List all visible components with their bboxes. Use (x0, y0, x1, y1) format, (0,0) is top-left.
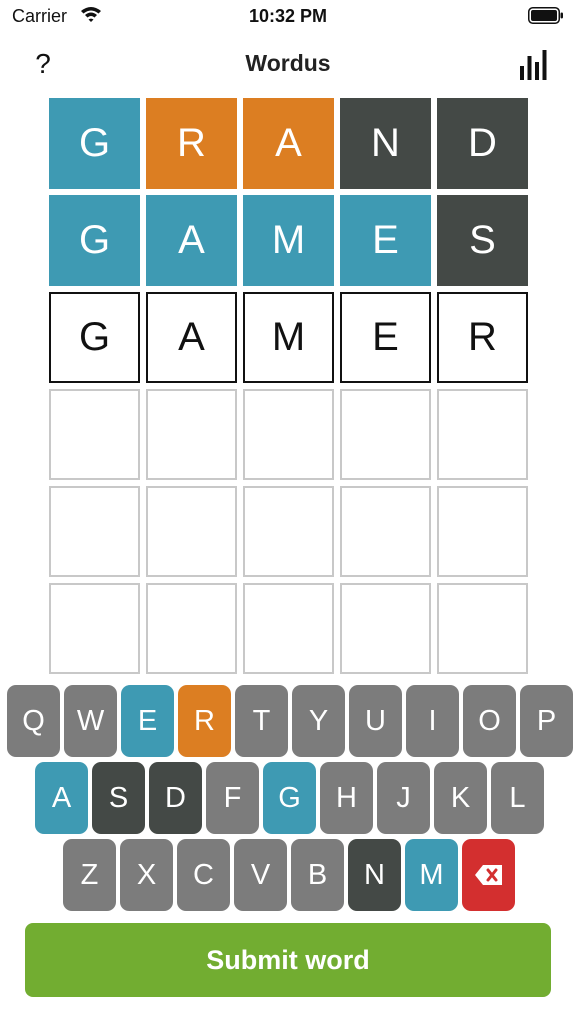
letter-tile: A (146, 195, 237, 286)
letter-tile: M (243, 195, 334, 286)
key-l[interactable]: L (491, 762, 544, 834)
empty-tile (146, 486, 237, 577)
letter-tile: D (437, 98, 528, 189)
status-bar: Carrier 10:32 PM (0, 0, 576, 34)
key-w[interactable]: W (64, 685, 117, 757)
key-k[interactable]: K (434, 762, 487, 834)
empty-tile (437, 486, 528, 577)
letter-tile: S (437, 195, 528, 286)
letter-tile: G (49, 98, 140, 189)
key-n[interactable]: N (348, 839, 401, 911)
submit-word-button[interactable]: Submit word (25, 923, 551, 997)
key-c[interactable]: C (177, 839, 230, 911)
letter-tile: E (340, 292, 431, 383)
key-t[interactable]: T (235, 685, 288, 757)
key-y[interactable]: Y (292, 685, 345, 757)
empty-tile (146, 583, 237, 674)
letter-tile: G (49, 195, 140, 286)
letter-tile: E (340, 195, 431, 286)
game-board: GRANDGAMESGAMER (49, 98, 528, 674)
key-d[interactable]: D (149, 762, 202, 834)
key-v[interactable]: V (234, 839, 287, 911)
nav-bar: ? Wordus (0, 40, 576, 90)
stats-icon[interactable] (518, 48, 550, 82)
key-f[interactable]: F (206, 762, 259, 834)
letter-tile: A (146, 292, 237, 383)
empty-tile (49, 486, 140, 577)
key-x[interactable]: X (120, 839, 173, 911)
key-u[interactable]: U (349, 685, 402, 757)
key-a[interactable]: A (35, 762, 88, 834)
key-m[interactable]: M (405, 839, 458, 911)
empty-tile (49, 389, 140, 480)
empty-tile (437, 583, 528, 674)
keyboard-row-1: QWERTYUIOP (0, 685, 576, 757)
key-p[interactable]: P (520, 685, 573, 757)
empty-tile (49, 583, 140, 674)
delete-key[interactable] (462, 839, 515, 911)
letter-tile: A (243, 98, 334, 189)
keyboard-row-2: ASDFGHJKL (0, 762, 576, 834)
backspace-icon (474, 865, 502, 885)
key-s[interactable]: S (92, 762, 145, 834)
key-j[interactable]: J (377, 762, 430, 834)
key-b[interactable]: B (291, 839, 344, 911)
empty-tile (437, 389, 528, 480)
key-h[interactable]: H (320, 762, 373, 834)
key-z[interactable]: Z (63, 839, 116, 911)
key-r[interactable]: R (178, 685, 231, 757)
letter-tile: R (437, 292, 528, 383)
empty-tile (243, 486, 334, 577)
letter-tile: M (243, 292, 334, 383)
letter-tile: G (49, 292, 140, 383)
key-q[interactable]: Q (7, 685, 60, 757)
keyboard-row-3: ZXCVBNM (0, 839, 576, 911)
empty-tile (340, 583, 431, 674)
clock: 10:32 PM (248, 6, 328, 26)
key-e[interactable]: E (121, 685, 174, 757)
key-i[interactable]: I (406, 685, 459, 757)
empty-tile (146, 389, 237, 480)
key-o[interactable]: O (463, 685, 516, 757)
letter-tile: R (146, 98, 237, 189)
empty-tile (243, 583, 334, 674)
empty-tile (243, 389, 334, 480)
battery-icon (528, 7, 563, 24)
letter-tile: N (340, 98, 431, 189)
key-g[interactable]: G (263, 762, 316, 834)
empty-tile (340, 389, 431, 480)
empty-tile (340, 486, 431, 577)
page-title: Wordus (245, 50, 331, 76)
